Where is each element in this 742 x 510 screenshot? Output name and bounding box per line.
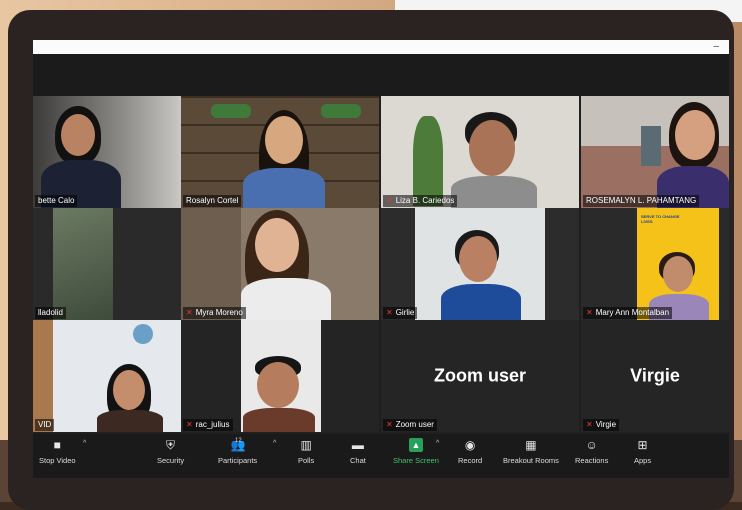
- apps-label: Apps: [634, 456, 652, 465]
- video-options-caret-icon[interactable]: ^: [83, 440, 86, 447]
- record-button[interactable]: ◉ Record: [458, 438, 482, 465]
- participant-face: [265, 116, 303, 164]
- plant-decor: [211, 104, 251, 118]
- apps-icon: ⊞: [637, 438, 648, 452]
- shelf-decor: [33, 320, 53, 432]
- participant-name: Rosalyn Cortel: [183, 195, 242, 207]
- muted-mic-icon: ✕: [386, 420, 393, 429]
- participant-name: VID: [35, 419, 55, 431]
- participants-button[interactable]: 👥 12 Participants: [218, 438, 257, 465]
- muted-mic-icon: ✕: [386, 196, 393, 205]
- security-button[interactable]: ⛨ Security: [157, 438, 184, 465]
- video-tile[interactable]: ✕ rac_julius: [181, 320, 379, 432]
- chat-button[interactable]: ▬ Chat: [350, 438, 366, 465]
- share-arrow-icon: ▲: [408, 438, 423, 452]
- breakout-rooms-button[interactable]: ▦ Breakout Rooms: [503, 438, 559, 465]
- meeting-toolbar: ■ Stop Video ^ ⛨ Security 👥 12 Participa…: [33, 434, 729, 478]
- wall-logo: [133, 324, 153, 344]
- breakout-rooms-label: Breakout Rooms: [503, 456, 559, 465]
- video-tile[interactable]: VID: [33, 320, 181, 432]
- video-tile[interactable]: SERVE TO CHANGE LIVES ✕ Mary Ann Montalba…: [581, 208, 729, 320]
- top-strip: [33, 54, 729, 96]
- participant-body: [97, 410, 163, 432]
- video-tile-no-video[interactable]: Zoom user ✕ Zoom user: [381, 320, 579, 432]
- participant-name: bette Calo: [35, 195, 78, 207]
- bar-chart-icon: ▥: [300, 438, 312, 452]
- participant-face: [459, 236, 497, 282]
- video-tile[interactable]: ✕ Liza B. Cariedos: [381, 96, 579, 208]
- video-feed-blurred: [53, 208, 113, 320]
- plant-decor: [321, 104, 361, 118]
- polls-button[interactable]: ▥ Polls: [298, 438, 314, 465]
- participant-body: [451, 176, 537, 208]
- apps-button[interactable]: ⊞ Apps: [634, 438, 651, 465]
- share-screen-button[interactable]: ▲ Share Screen: [393, 438, 439, 465]
- participant-body: [243, 408, 315, 432]
- chat-bubble-icon: ▬: [351, 438, 364, 452]
- participant-name: ✕ Girlie: [383, 307, 418, 319]
- participant-face: [675, 110, 715, 160]
- participant-name: ✕ Mary Ann Montalban: [583, 307, 673, 319]
- smiley-icon: ☺: [585, 438, 598, 452]
- video-tile[interactable]: ROSEMALYN L. PAHAMTANG: [581, 96, 729, 208]
- muted-mic-icon: ✕: [586, 420, 593, 429]
- participant-name: ✕ Myra Moreno: [183, 307, 246, 319]
- participant-body: [241, 278, 331, 320]
- video-tile[interactable]: bette Calo: [33, 96, 181, 208]
- chat-label: Chat: [350, 456, 366, 465]
- participant-body: [243, 168, 325, 208]
- participant-name: ✕ Liza B. Cariedos: [383, 195, 458, 207]
- plant-decor: [413, 116, 443, 206]
- participant-name: lladolid: [35, 307, 66, 319]
- participant-face: [257, 362, 299, 408]
- curtain: [181, 208, 241, 320]
- participants-options-caret-icon[interactable]: ^: [273, 440, 276, 447]
- reactions-label: Reactions: [575, 456, 609, 465]
- participant-name: ROSEMALYN L. PAHAMTANG: [583, 195, 700, 207]
- participant-body: [441, 284, 521, 320]
- participant-face: [113, 370, 145, 410]
- share-options-caret-icon[interactable]: ^: [436, 440, 439, 447]
- participant-name: ✕ rac_julius: [183, 419, 233, 431]
- video-tile[interactable]: lladolid: [33, 208, 181, 320]
- stop-video-label: Stop Video: [39, 456, 76, 465]
- zoom-window: – bette Calo Rosalyn Cortel ✕ Liza B. Car…: [33, 40, 729, 478]
- stop-video-button[interactable]: ■ Stop Video: [39, 438, 76, 465]
- reactions-button[interactable]: ☺ Reactions: [575, 438, 608, 465]
- participant-face: [61, 114, 95, 156]
- muted-mic-icon: ✕: [186, 308, 193, 317]
- security-label: Security: [157, 456, 185, 465]
- title-bar: –: [33, 40, 729, 54]
- share-screen-label: Share Screen: [393, 456, 439, 465]
- participant-name: ✕ Zoom user: [383, 419, 437, 431]
- participants-count: 12: [235, 438, 242, 444]
- participants-label: Participants: [218, 456, 258, 465]
- video-camera-icon: ■: [53, 438, 61, 452]
- video-tile-active-speaker[interactable]: Rosalyn Cortel: [181, 96, 379, 208]
- participant-display-name: Zoom user: [433, 365, 526, 386]
- participant-face: [255, 218, 299, 272]
- muted-mic-icon: ✕: [386, 308, 393, 317]
- participant-face: [663, 256, 693, 292]
- record-icon: ◉: [464, 438, 476, 452]
- poster-text: SERVE TO CHANGE LIVES: [641, 214, 680, 224]
- polls-label: Polls: [298, 456, 315, 465]
- record-label: Record: [458, 456, 483, 465]
- muted-mic-icon: ✕: [586, 308, 593, 317]
- video-tile-no-video[interactable]: Virgie ✕ Virgie: [581, 320, 729, 432]
- participant-display-name: Virgie: [630, 365, 680, 386]
- participant-face: [469, 120, 515, 176]
- window-decor: [641, 126, 661, 166]
- minimize-button[interactable]: –: [713, 41, 719, 53]
- grid-icon: ▦: [525, 438, 537, 452]
- participant-name: ✕ Virgie: [583, 419, 620, 431]
- shield-icon: ⛨: [166, 438, 176, 452]
- muted-mic-icon: ✕: [186, 420, 193, 429]
- video-tile[interactable]: ✕ Myra Moreno: [181, 208, 379, 320]
- video-tile[interactable]: ✕ Girlie: [381, 208, 579, 320]
